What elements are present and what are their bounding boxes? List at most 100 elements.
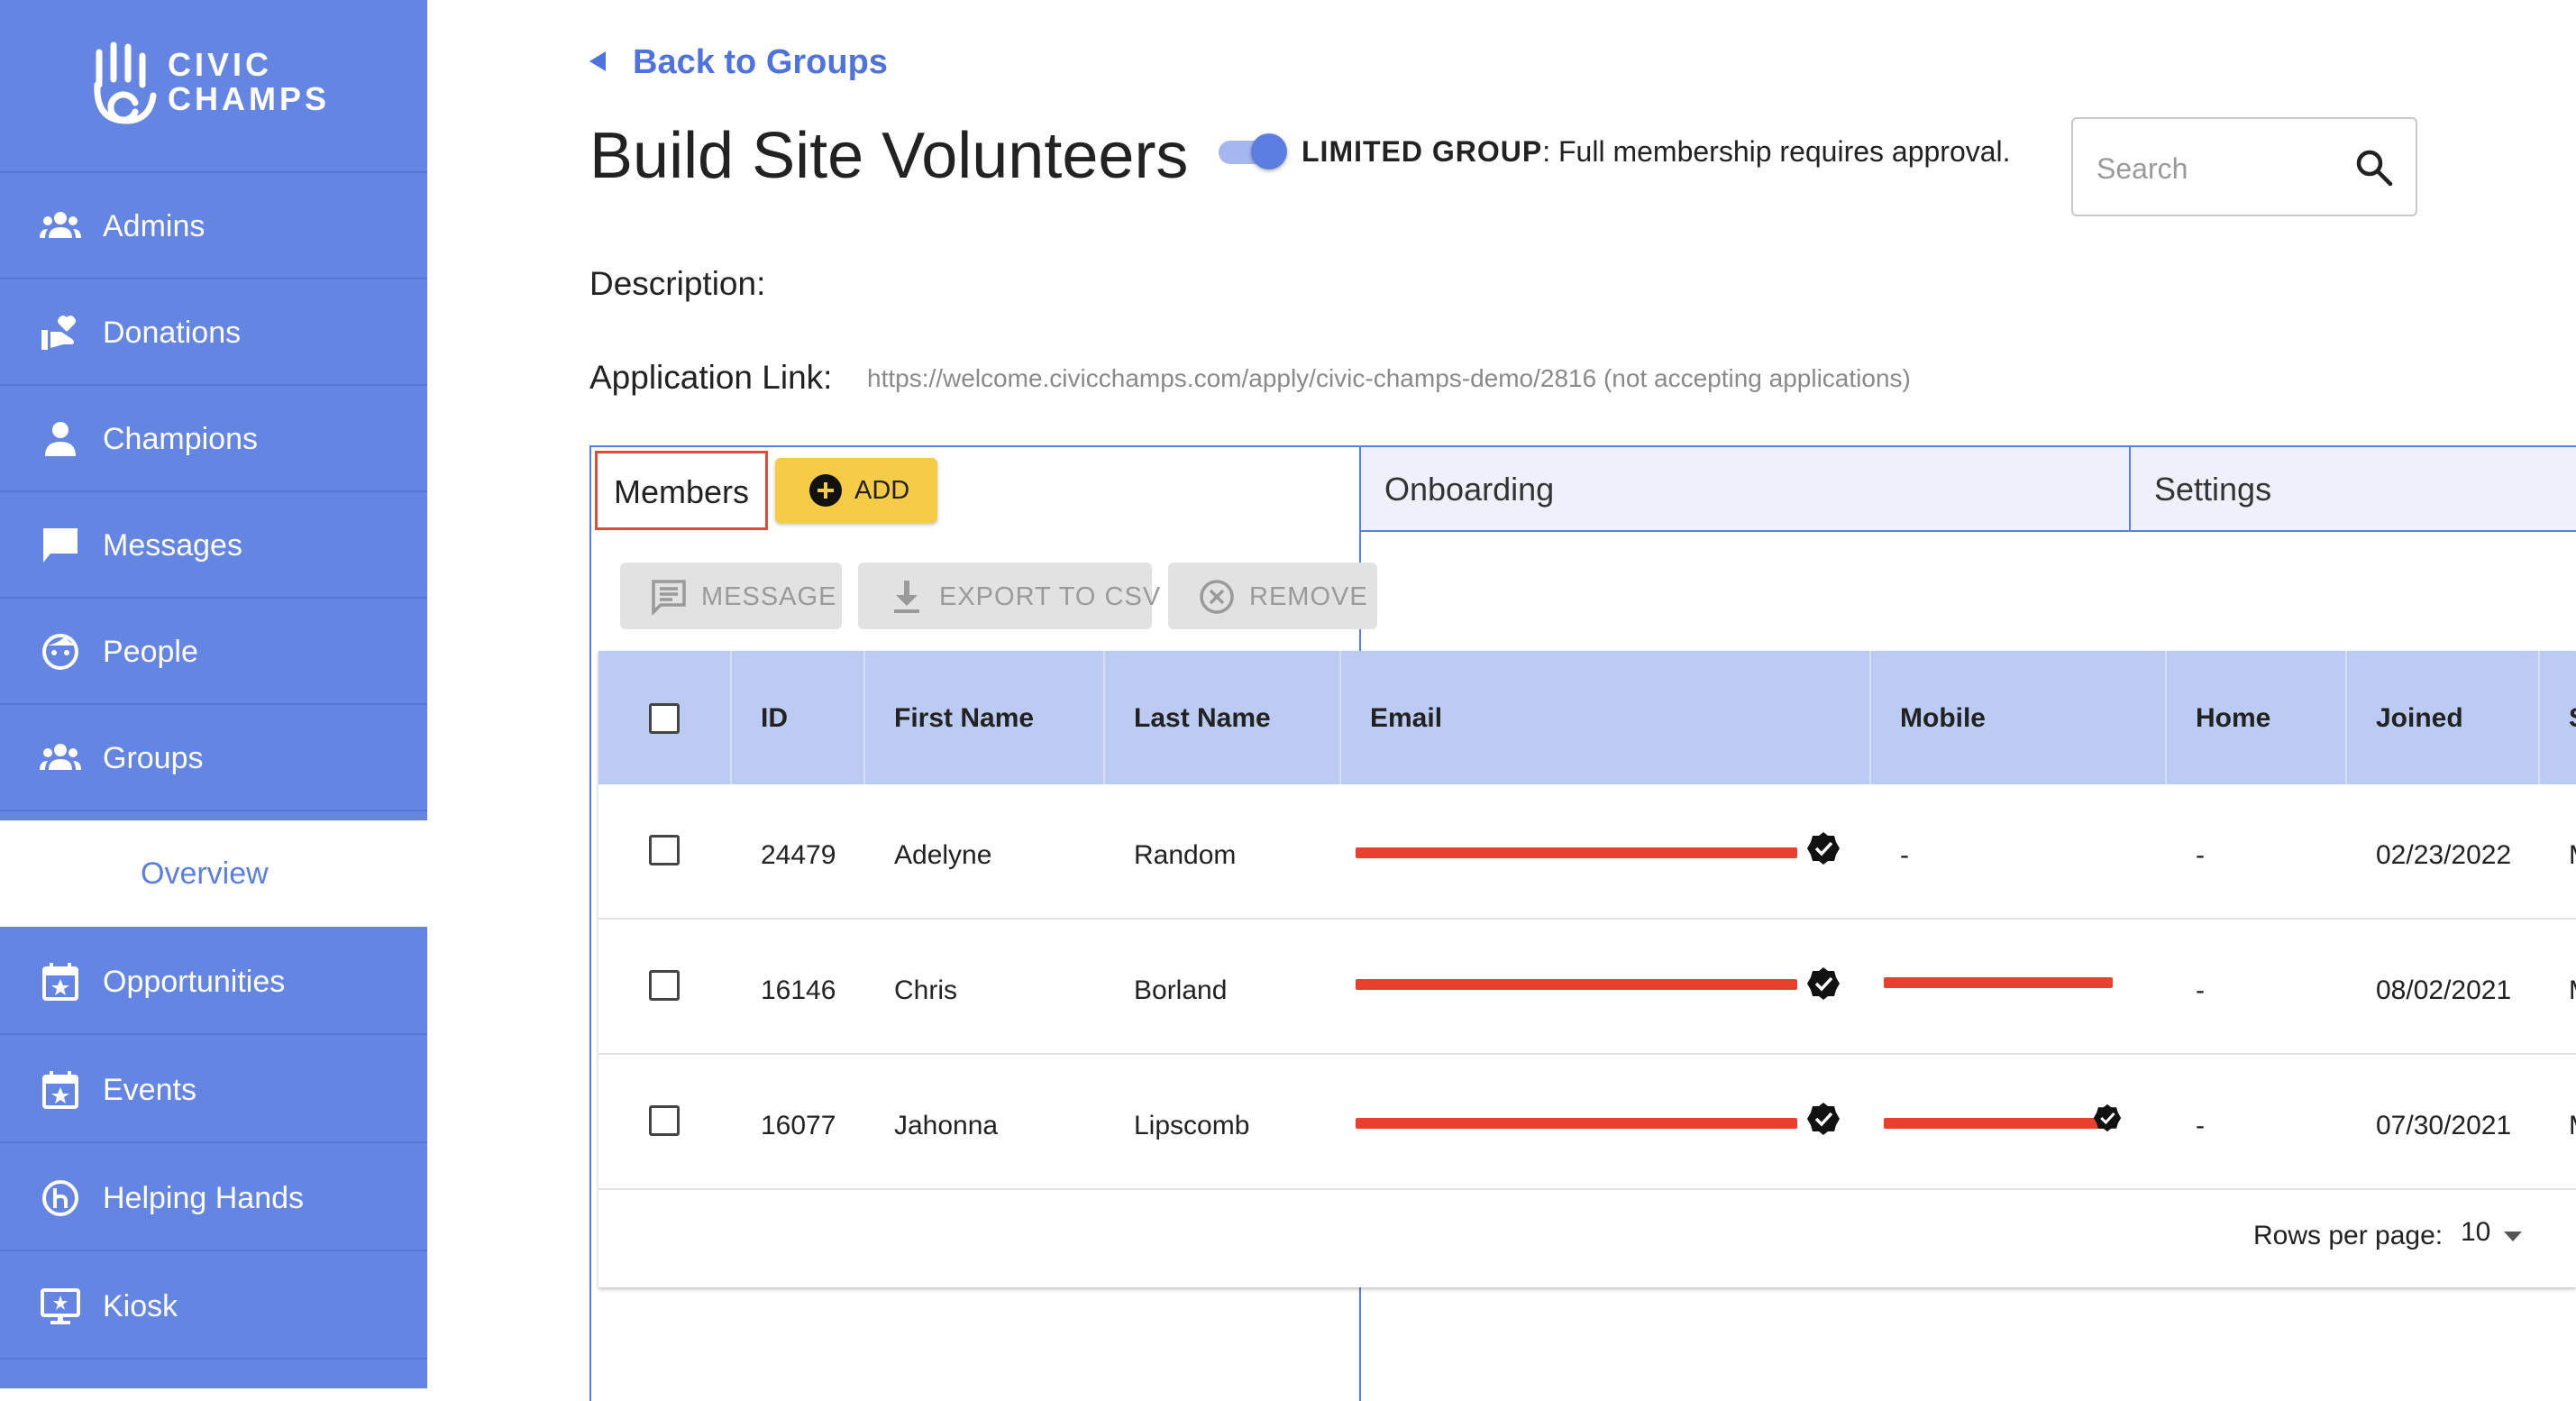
sidebar-item-champions[interactable]: Champions bbox=[0, 386, 427, 492]
message-icon bbox=[652, 580, 686, 615]
back-to-groups-link[interactable]: Back to Groups bbox=[589, 43, 888, 82]
sidebar-item-label: Events bbox=[103, 1073, 196, 1107]
column-header-joined[interactable]: Joined bbox=[2347, 651, 2540, 784]
select-all-checkbox[interactable] bbox=[649, 703, 680, 734]
remove-button-label: REMOVE bbox=[1249, 582, 1368, 611]
back-link-label: Back to Groups bbox=[633, 43, 888, 81]
message-button-label: MESSAGE bbox=[701, 582, 837, 611]
sidebar-item-label: Donations bbox=[103, 316, 242, 350]
cell-home: - bbox=[2196, 840, 2205, 870]
table-row[interactable]: 24479 Adelyne Random - - 02/23/2022 M bbox=[598, 784, 2576, 920]
mobile-redaction-mark bbox=[1884, 1118, 2113, 1129]
sidebar-item-kiosk[interactable]: Kiosk bbox=[0, 1253, 427, 1360]
email-redaction-mark bbox=[1356, 979, 1797, 990]
cell-last-name: Borland bbox=[1134, 975, 1228, 1005]
column-header-id[interactable]: ID bbox=[732, 651, 865, 784]
limited-group-notice: LIMITED GROUP: Full membership requires … bbox=[1302, 133, 2011, 169]
limited-group-label: LIMITED GROUP bbox=[1302, 135, 1543, 168]
row-checkbox[interactable] bbox=[649, 1105, 680, 1136]
column-header-home[interactable]: Home bbox=[2167, 651, 2347, 784]
column-header-last-name[interactable]: Last Name bbox=[1105, 651, 1341, 784]
export-csv-button[interactable]: EXPORT TO CSV bbox=[858, 563, 1160, 629]
search-input[interactable] bbox=[2095, 146, 2351, 191]
application-link-label: Application Link: bbox=[589, 359, 833, 396]
tab-label: Members bbox=[614, 473, 750, 510]
tab-members[interactable]: Members bbox=[595, 451, 768, 530]
add-member-button[interactable]: ADD bbox=[775, 458, 937, 523]
sidebar-item-admins[interactable]: Admins bbox=[0, 173, 427, 279]
brand-line-1: CIVIC bbox=[168, 46, 273, 83]
message-button[interactable]: MESSAGE bbox=[620, 563, 842, 629]
tab-onboarding[interactable]: Onboarding bbox=[1359, 445, 2131, 532]
limited-group-text: : Full membership requires approval. bbox=[1542, 135, 2011, 168]
sidebar-item-groups[interactable]: Groups bbox=[0, 705, 427, 811]
verified-icon bbox=[1807, 967, 1840, 1000]
column-header-email[interactable]: Email bbox=[1341, 651, 1871, 784]
table-header: ID First Name Last Name Email Mobile Hom… bbox=[598, 651, 2576, 784]
email-redaction-mark bbox=[1356, 1118, 1797, 1129]
verified-icon bbox=[1807, 832, 1840, 865]
cell-mobile: - bbox=[1900, 840, 1909, 870]
column-header-status[interactable]: S bbox=[2540, 651, 2576, 784]
sidebar: CIVIC CHAMPS Admins Donations Champions … bbox=[0, 0, 427, 1388]
sidebar-item-people[interactable]: People bbox=[0, 599, 427, 705]
column-header-first-name[interactable]: First Name bbox=[865, 651, 1105, 784]
sidebar-item-label: Overview bbox=[141, 856, 269, 891]
application-link-url[interactable]: https://welcome.civicchamps.com/apply/ci… bbox=[867, 364, 1911, 393]
cell-status: M bbox=[2569, 975, 2576, 1006]
column-label: ID bbox=[761, 703, 788, 733]
download-icon bbox=[894, 581, 919, 613]
limited-group-toggle[interactable] bbox=[1219, 133, 1287, 169]
mobile-redaction-mark bbox=[1884, 977, 2113, 988]
remove-circle-icon bbox=[1200, 580, 1234, 614]
search-icon[interactable] bbox=[2352, 146, 2396, 189]
back-arrow-icon bbox=[589, 50, 606, 71]
table-row[interactable]: 16077 Jahonna Lipscomb - 07/30/2021 M bbox=[598, 1055, 2576, 1190]
sidebar-item-events[interactable]: Events bbox=[0, 1037, 427, 1143]
column-label: Mobile bbox=[1900, 703, 1986, 733]
sidebar-item-label: Opportunities bbox=[103, 965, 286, 999]
column-header-mobile[interactable]: Mobile bbox=[1871, 651, 2167, 784]
sidebar-item-helping-hands[interactable]: Helping Hands bbox=[0, 1145, 427, 1251]
cell-last-name: Random bbox=[1134, 840, 1237, 870]
cell-first-name: Jahonna bbox=[894, 1111, 999, 1140]
cell-first-name: Adelyne bbox=[894, 840, 992, 870]
cell-id: 24479 bbox=[761, 840, 836, 870]
row-checkbox[interactable] bbox=[649, 970, 680, 1001]
column-label: Last Name bbox=[1134, 703, 1271, 733]
cell-id: 16146 bbox=[761, 975, 836, 1005]
tab-label: Settings bbox=[2154, 471, 2272, 508]
verified-icon bbox=[1807, 1103, 1840, 1135]
cell-first-name: Chris bbox=[894, 975, 958, 1005]
sidebar-item-overview[interactable]: Overview bbox=[0, 820, 427, 927]
people-group-icon bbox=[40, 212, 81, 238]
toggle-knob bbox=[1251, 133, 1287, 169]
rows-per-page-label: Rows per page: bbox=[2253, 1221, 2444, 1250]
sidebar-item-label: Messages bbox=[103, 528, 242, 563]
hand-logo-icon bbox=[94, 41, 157, 124]
sidebar-item-donations[interactable]: Donations bbox=[0, 279, 427, 386]
rows-per-page-select[interactable]: 10 bbox=[2461, 1217, 2490, 1248]
cell-home: - bbox=[2196, 975, 2205, 1005]
sidebar-item-opportunities[interactable]: Opportunities bbox=[0, 929, 427, 1035]
row-checkbox[interactable] bbox=[649, 835, 680, 865]
plus-circle-icon bbox=[809, 474, 842, 507]
export-button-label: EXPORT TO CSV bbox=[939, 582, 1162, 611]
monitor-icon bbox=[41, 1288, 80, 1324]
cell-last-name: Lipscomb bbox=[1134, 1111, 1250, 1140]
civic-champs-logo[interactable]: CIVIC CHAMPS bbox=[0, 0, 427, 173]
search-box bbox=[2071, 117, 2417, 216]
helping-hands-icon bbox=[42, 1180, 78, 1216]
remove-button[interactable]: REMOVE bbox=[1168, 563, 1377, 629]
tab-settings[interactable]: Settings bbox=[2129, 445, 2576, 532]
column-label: Email bbox=[1370, 703, 1443, 733]
column-label: Home bbox=[2196, 703, 2271, 733]
email-redaction-mark bbox=[1356, 847, 1797, 858]
chevron-down-icon[interactable] bbox=[2504, 1232, 2522, 1241]
calendar-star-icon bbox=[42, 963, 78, 1001]
brand-line-2: CHAMPS bbox=[168, 80, 331, 117]
sidebar-item-messages[interactable]: Messages bbox=[0, 492, 427, 599]
table-row[interactable]: 16146 Chris Borland - 08/02/2021 M bbox=[598, 920, 2576, 1055]
cell-id: 16077 bbox=[761, 1111, 836, 1140]
groups-icon bbox=[40, 744, 81, 770]
